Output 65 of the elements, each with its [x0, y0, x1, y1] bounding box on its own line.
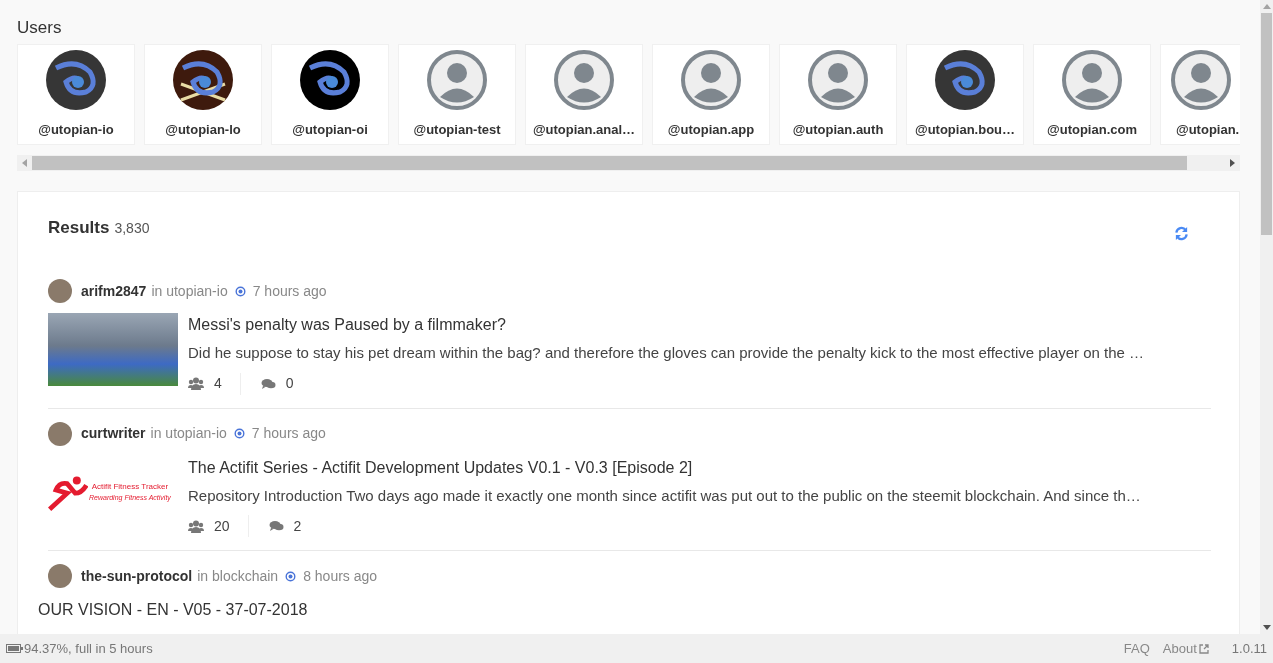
- user-card[interactable]: @utopian.auth: [779, 44, 897, 145]
- results-count: 3,830: [114, 219, 150, 239]
- user-card[interactable]: @utopian.: [1160, 44, 1240, 145]
- user-card[interactable]: @utopian.app: [652, 44, 770, 145]
- dot-icon: [233, 428, 245, 439]
- post-category[interactable]: in utopian-io: [150, 423, 227, 444]
- username: @utopian-oi: [292, 121, 368, 139]
- user-card[interactable]: @utopian-io: [17, 44, 135, 145]
- username: @utopian-test: [413, 121, 501, 139]
- post-title[interactable]: OUR VISION - EN - V05 - 37-07-2018: [38, 598, 1211, 620]
- battery-status: 94.37%, full in 5 hours: [24, 639, 153, 658]
- user-avatar[interactable]: [48, 279, 72, 303]
- post-time: 8 hours ago: [303, 566, 378, 586]
- refresh-icon[interactable]: [1174, 225, 1189, 241]
- user-card[interactable]: @utopian-oi: [271, 44, 389, 145]
- post-excerpt: Did he suppose to stay his pet dream within the bag? and therefore the gloves can provide the penalty kick to the most effective player on the …: [188, 343, 1146, 363]
- votes-count: 4: [214, 374, 222, 393]
- user-avatar[interactable]: [48, 421, 72, 446]
- username: @utopian-io: [38, 121, 114, 139]
- post-category[interactable]: in utopian-io: [151, 280, 228, 302]
- logo-text: Actifit Fitness Tracker: [91, 480, 169, 493]
- author-name[interactable]: curtwriter: [81, 423, 146, 444]
- comments-icon: [268, 520, 284, 532]
- version-label: 1.0.11: [1231, 639, 1267, 658]
- username: @utopian.app: [667, 121, 755, 139]
- author-name[interactable]: the-sun-protocol: [81, 565, 193, 587]
- scroll-up-icon[interactable]: [1262, 4, 1271, 9]
- username: @utopian.com: [1047, 121, 1137, 139]
- users-icon: [188, 519, 204, 533]
- author-name[interactable]: arifm2847: [81, 280, 147, 302]
- post-title[interactable]: The Actifit Series - Actifit Development Updates V0.1 - V0.3 [Episode 2]: [188, 455, 1211, 478]
- comments-count: 0: [285, 374, 294, 393]
- section-title: Users: [17, 17, 63, 39]
- vertical-scrollbar[interactable]: [1260, 0, 1273, 634]
- username: @utopian.auth: [792, 121, 884, 139]
- user-card[interactable]: @utopian.anal…: [525, 44, 643, 145]
- post-time: 7 hours ago: [251, 424, 326, 443]
- results-title: Results: [48, 217, 110, 240]
- scroll-left-icon[interactable]: [22, 159, 27, 167]
- comments-count: 2: [293, 516, 302, 536]
- votes-count: 20: [214, 516, 230, 536]
- post-excerpt: Repository Introduction Two days ago made it exactly one month since actifit was put out to the public on the steemit blockchain. And since th…: [188, 485, 1142, 506]
- post-title[interactable]: Messi's penalty was Paused by a filmmaker?: [188, 313, 1211, 335]
- username: @utopian-lo: [165, 121, 241, 139]
- users-icon: [188, 377, 204, 390]
- user-card[interactable]: @utopian-test: [398, 44, 516, 145]
- post-time: 7 hours ago: [252, 281, 327, 301]
- comments-icon: [260, 377, 276, 390]
- horizontal-scrollbar[interactable]: [17, 155, 1240, 171]
- battery-icon: [6, 644, 23, 653]
- username: @utopian.anal…: [532, 121, 636, 139]
- user-card[interactable]: @utopian.bou…: [906, 44, 1024, 145]
- user-card[interactable]: @utopian.com: [1033, 44, 1151, 145]
- scroll-down-icon[interactable]: [1262, 625, 1271, 630]
- scrollbar-thumb[interactable]: [32, 156, 1187, 170]
- post-category[interactable]: in blockchain: [197, 565, 279, 587]
- runner-icon: [48, 473, 88, 511]
- dot-icon: [234, 285, 246, 297]
- scrollbar-thumb[interactable]: [1261, 13, 1272, 235]
- dot-icon: [285, 570, 297, 582]
- username: @utopian.: [1176, 121, 1240, 139]
- scroll-right-icon[interactable]: [1230, 159, 1235, 167]
- user-card[interactable]: @utopian-lo: [144, 44, 262, 145]
- user-avatar[interactable]: [48, 564, 72, 588]
- username: @utopian.bou…: [914, 121, 1015, 139]
